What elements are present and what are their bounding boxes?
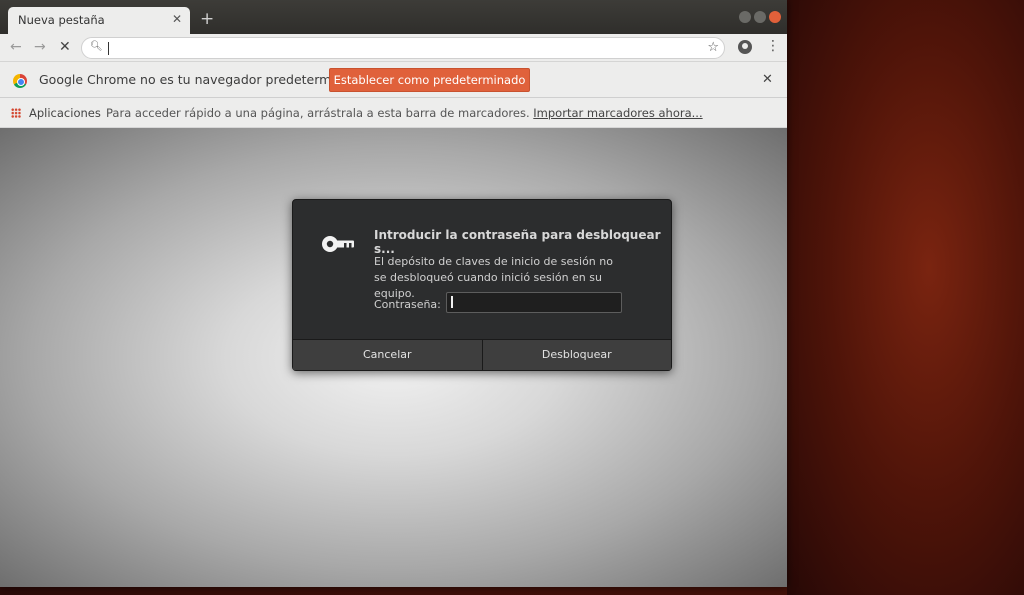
account-icon[interactable] <box>738 40 752 54</box>
stop-loading-icon[interactable]: ✕ <box>59 39 71 55</box>
apps-grid-icon[interactable] <box>11 108 21 118</box>
default-browser-infobar: Google Chrome no es tu navegador predete… <box>0 62 787 98</box>
bookmarks-hint: Para acceder rápido a una página, arrást… <box>106 106 703 120</box>
infobar-message: Google Chrome no es tu navegador predete… <box>39 72 366 87</box>
desktop-background <box>787 0 1024 595</box>
cancel-button[interactable]: Cancelar <box>293 340 482 370</box>
set-default-button[interactable]: Establecer como predeterminado <box>329 68 530 92</box>
back-arrow-icon[interactable]: ← <box>10 39 22 55</box>
forward-arrow-icon[interactable]: → <box>34 39 46 55</box>
tab-title: Nueva pestaña <box>18 13 105 27</box>
address-caret <box>108 42 109 55</box>
apps-shortcut[interactable]: Aplicaciones <box>29 106 101 120</box>
unlock-keyring-dialog: Introducir la contraseña para desbloquea… <box>292 199 672 371</box>
browser-toolbar: ← → ✕ 🔍︎ ☆ ⋮ <box>0 34 787 62</box>
maximize-button[interactable] <box>754 11 766 23</box>
tab-close-icon[interactable]: ✕ <box>172 12 182 26</box>
bookmarks-hint-text: Para acceder rápido a una página, arrást… <box>106 106 530 120</box>
dialog-title: Introducir la contraseña para desbloquea… <box>374 228 661 256</box>
new-tab-button[interactable]: + <box>200 9 214 29</box>
infobar-close-icon[interactable]: ✕ <box>762 72 773 87</box>
search-icon: 🔍︎ <box>90 41 103 52</box>
dialog-buttons: Cancelar Desbloquear <box>293 339 671 370</box>
import-bookmarks-link[interactable]: Importar marcadores ahora... <box>533 106 702 120</box>
key-icon <box>322 236 354 252</box>
chrome-logo-icon <box>13 74 27 88</box>
minimize-button[interactable] <box>739 11 751 23</box>
tab-new-tab[interactable]: Nueva pestaña ✕ <box>8 7 190 34</box>
address-bar[interactable]: 🔍︎ ☆ <box>81 37 725 59</box>
menu-icon[interactable]: ⋮ <box>766 38 780 54</box>
bookmark-star-icon[interactable]: ☆ <box>707 40 719 55</box>
bookmarks-bar: Aplicaciones Para acceder rápido a una p… <box>0 98 787 128</box>
password-field[interactable] <box>446 292 622 313</box>
close-window-button[interactable] <box>769 11 781 23</box>
window-controls <box>739 11 781 23</box>
password-caret <box>451 296 453 308</box>
title-bar: Nueva pestaña ✕ + <box>0 0 787 34</box>
password-label: Contraseña: <box>374 298 441 311</box>
unlock-button[interactable]: Desbloquear <box>481 340 671 370</box>
